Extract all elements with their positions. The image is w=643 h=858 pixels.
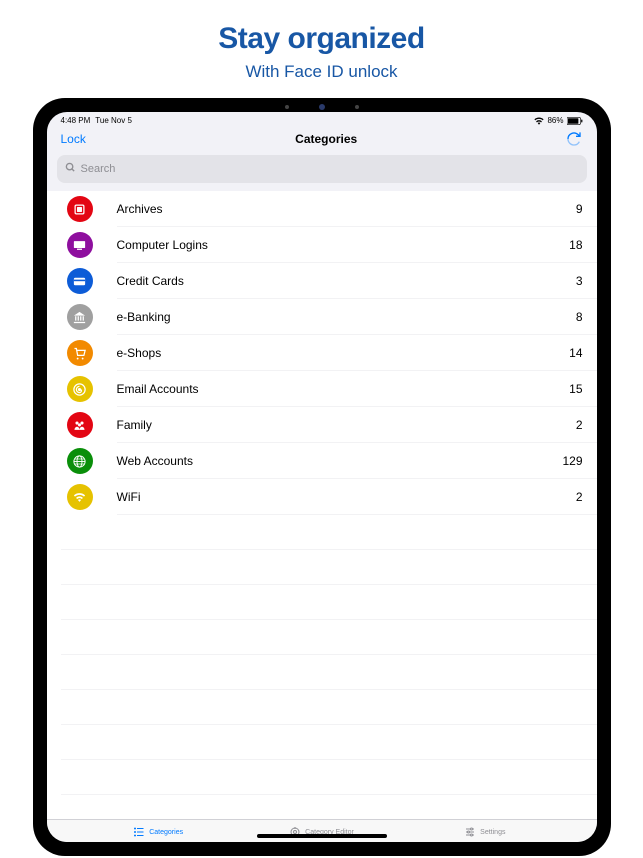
empty-row: [47, 760, 597, 795]
category-count: 2: [576, 418, 583, 432]
list-item[interactable]: WiFi 2: [47, 479, 597, 515]
category-count: 3: [576, 274, 583, 288]
lock-button[interactable]: Lock: [61, 132, 86, 146]
tab-settings[interactable]: Settings: [403, 826, 566, 838]
list-item[interactable]: e-Shops 14: [47, 335, 597, 371]
tab-label: Categories: [149, 829, 183, 836]
archive-icon: [67, 196, 93, 222]
category-count: 9: [576, 202, 583, 216]
category-label: Computer Logins: [117, 238, 570, 252]
category-label: e-Shops: [117, 346, 570, 360]
empty-row: [47, 550, 597, 585]
wifi-icon: [534, 117, 544, 125]
nav-title: Categories: [295, 132, 357, 146]
category-label: Family: [117, 418, 576, 432]
list-item[interactable]: Web Accounts 129: [47, 443, 597, 479]
status-battery: 86%: [547, 116, 563, 125]
device-screen: 4:48 PM Tue Nov 5 86% Lock Categories: [47, 112, 597, 842]
page-title: Stay organized: [0, 22, 643, 56]
refresh-icon: [566, 131, 582, 147]
status-date: Tue Nov 5: [95, 116, 132, 125]
category-count: 2: [576, 490, 583, 504]
empty-row: [47, 690, 597, 725]
empty-row: [47, 655, 597, 690]
category-count: 129: [562, 454, 582, 468]
refresh-button[interactable]: [566, 131, 582, 147]
category-label: Credit Cards: [117, 274, 576, 288]
email-icon: [67, 376, 93, 402]
tab-icon: [464, 826, 476, 838]
list-item[interactable]: Credit Cards 3: [47, 263, 597, 299]
category-label: e-Banking: [117, 310, 576, 324]
list-item[interactable]: Archives 9: [47, 191, 597, 227]
category-list[interactable]: Archives 9 Computer Logins 18 Credit Car…: [47, 191, 597, 819]
family-icon: [67, 412, 93, 438]
tab-icon: [133, 826, 145, 838]
bank-icon: [67, 304, 93, 330]
wifi-icon: [67, 484, 93, 510]
battery-icon: [567, 117, 583, 125]
category-label: WiFi: [117, 490, 576, 504]
globe-icon: [67, 448, 93, 474]
cart-icon: [67, 340, 93, 366]
status-bar: 4:48 PM Tue Nov 5 86%: [47, 112, 597, 127]
computer-icon: [67, 232, 93, 258]
status-time: 4:48 PM: [61, 116, 91, 125]
empty-row: [47, 585, 597, 620]
empty-row: [47, 515, 597, 550]
category-count: 8: [576, 310, 583, 324]
device-notch: [285, 104, 359, 110]
category-label: Email Accounts: [117, 382, 570, 396]
search-input[interactable]: Search: [57, 155, 587, 183]
list-item[interactable]: Computer Logins 18: [47, 227, 597, 263]
search-placeholder: Search: [81, 163, 116, 175]
category-count: 14: [569, 346, 582, 360]
tab-categories[interactable]: Categories: [77, 826, 240, 838]
home-indicator[interactable]: [257, 834, 387, 838]
card-icon: [67, 268, 93, 294]
search-icon: [65, 160, 76, 178]
empty-row: [47, 620, 597, 655]
category-label: Web Accounts: [117, 454, 563, 468]
list-item[interactable]: Email Accounts 15: [47, 371, 597, 407]
tab-bar: Categories Category Editor Settings: [47, 819, 597, 842]
device-frame: 4:48 PM Tue Nov 5 86% Lock Categories: [33, 98, 611, 856]
category-count: 15: [569, 382, 582, 396]
category-count: 18: [569, 238, 582, 252]
empty-row: [47, 725, 597, 760]
empty-row: [47, 795, 597, 819]
tab-label: Settings: [480, 829, 505, 836]
category-label: Archives: [117, 202, 576, 216]
list-item[interactable]: e-Banking 8: [47, 299, 597, 335]
list-item[interactable]: Family 2: [47, 407, 597, 443]
marketing-header: Stay organized With Face ID unlock: [0, 0, 643, 92]
page-subtitle: With Face ID unlock: [0, 62, 643, 82]
nav-bar: Lock Categories: [47, 127, 597, 155]
